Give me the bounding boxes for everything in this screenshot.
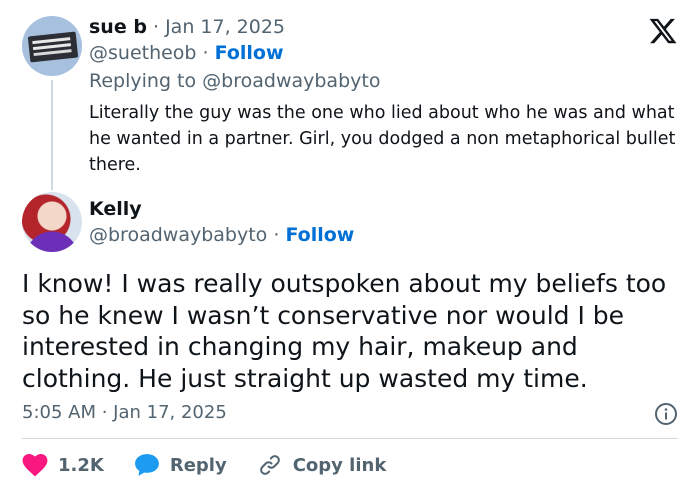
separator-dot: · — [152, 16, 166, 38]
reply-label: Reply — [169, 454, 227, 476]
tweet-text: I know! I was really outspoken about my … — [22, 269, 667, 393]
divider — [22, 438, 678, 439]
author-handle[interactable]: @suetheob — [89, 42, 197, 64]
like-count: 1.2K — [58, 454, 104, 476]
avatar[interactable] — [22, 16, 82, 76]
thread-connector-line — [51, 80, 53, 190]
separator-dot: · — [273, 224, 286, 246]
tweet-actions: 1.2K Reply Copy link — [22, 452, 416, 478]
tweet-text: Literally the guy was the one who lied a… — [89, 103, 676, 175]
follow-button[interactable]: Follow — [215, 42, 284, 64]
reply-bubble-icon — [134, 454, 159, 476]
replying-to[interactable]: Replying to @broadwaybabyto — [89, 68, 689, 94]
author-handle[interactable]: @broadwaybabyto — [89, 224, 267, 246]
separator-dot: · — [202, 42, 215, 64]
like-button[interactable]: 1.2K — [22, 453, 104, 477]
heart-icon — [22, 453, 48, 477]
main-tweet-header: Kelly @broadwaybabyto · Follow — [89, 196, 649, 248]
follow-button[interactable]: Follow — [285, 224, 354, 246]
reply-button[interactable]: Reply — [134, 453, 227, 477]
info-icon[interactable] — [654, 402, 678, 426]
tweet-timestamp[interactable]: 5:05 AM · Jan 17, 2025 — [22, 401, 227, 425]
copy-link-label: Copy link — [292, 454, 387, 476]
link-icon — [259, 455, 280, 475]
tweet-date[interactable]: Jan 17, 2025 — [165, 16, 285, 38]
author-name[interactable]: Kelly — [89, 196, 649, 222]
avatar[interactable] — [22, 192, 82, 252]
author-name[interactable]: sue b — [89, 16, 147, 38]
copy-link-button[interactable]: Copy link — [257, 453, 387, 477]
